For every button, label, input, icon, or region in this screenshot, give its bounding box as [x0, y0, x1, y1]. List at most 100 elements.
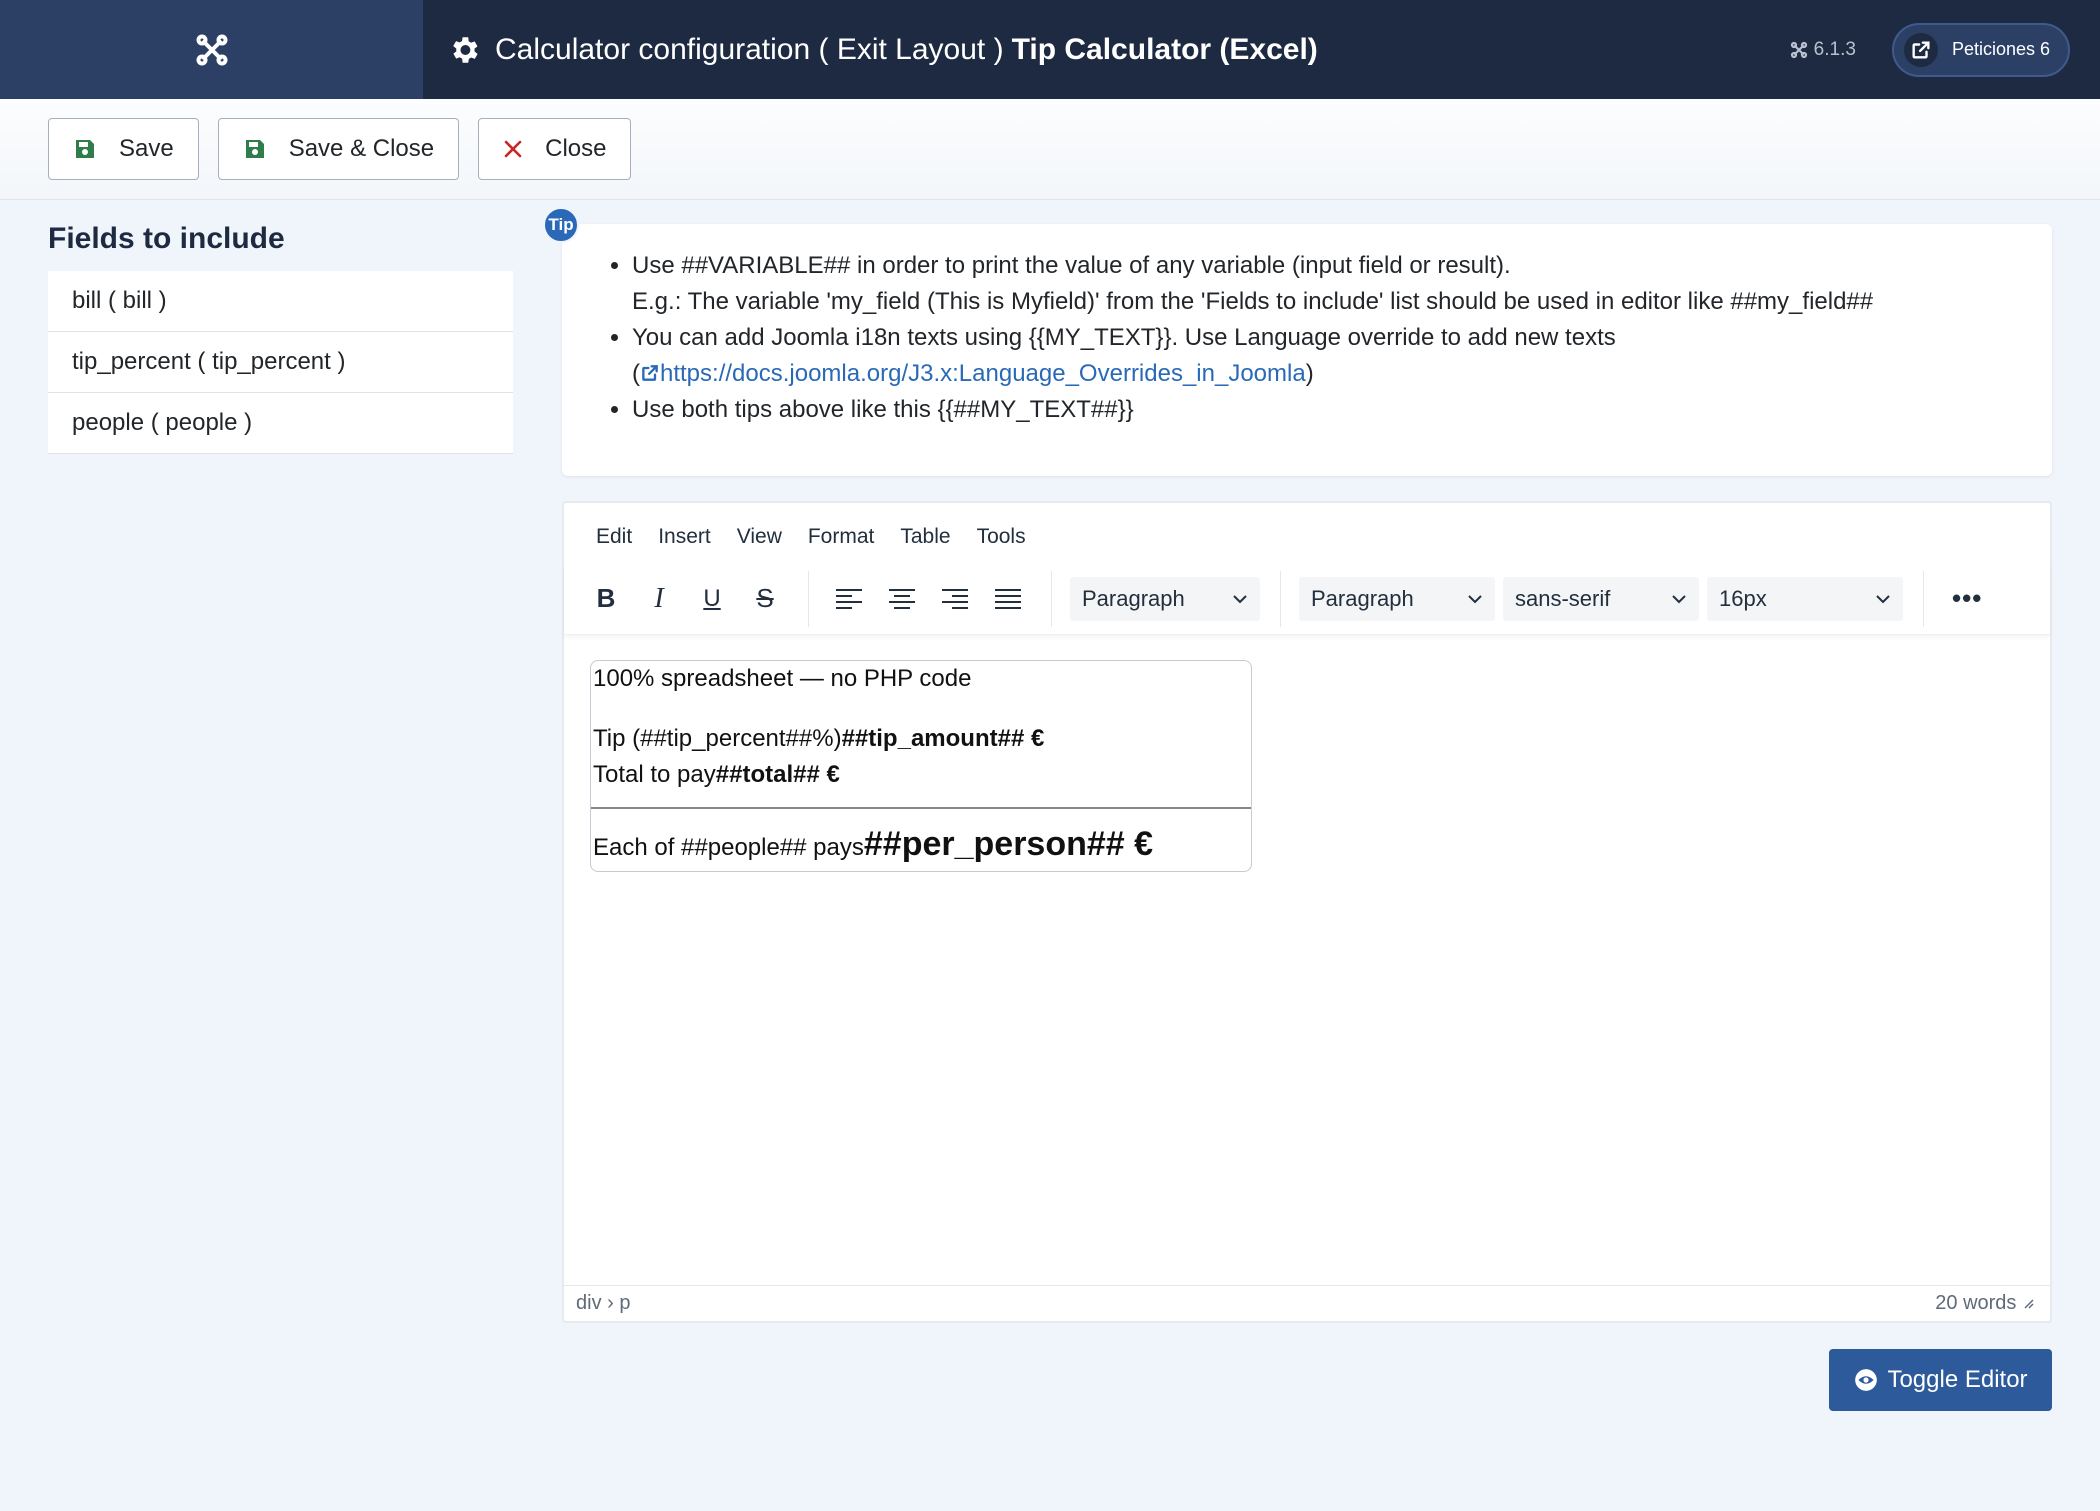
- rich-text-editor: Edit Insert View Format Table Tools B I …: [562, 501, 2052, 1323]
- close-button[interactable]: Close: [478, 118, 632, 180]
- close-label: Close: [545, 135, 607, 162]
- bold-icon: B: [596, 583, 616, 613]
- menu-tools[interactable]: Tools: [977, 525, 1026, 549]
- joomla-logo[interactable]: [0, 0, 423, 99]
- menu-format[interactable]: Format: [808, 525, 875, 549]
- save-label: Save: [119, 135, 174, 162]
- align-center-button[interactable]: [880, 577, 924, 621]
- justify-button[interactable]: [986, 577, 1030, 621]
- toolbar-divider: [1051, 570, 1052, 627]
- content-line-1: 100% spreadsheet — no PHP code: [593, 665, 972, 692]
- joomla-icon: [196, 34, 227, 65]
- block-format-select[interactable]: Paragraph: [1070, 576, 1260, 621]
- word-count-label: 20 words: [1935, 1292, 2017, 1314]
- block-format-value: Paragraph: [1082, 585, 1185, 611]
- strikethrough-button[interactable]: S: [743, 577, 787, 621]
- italic-icon: I: [654, 582, 664, 614]
- external-link-icon: [1903, 32, 1938, 67]
- font-size-value: 16px: [1719, 585, 1767, 611]
- more-icon[interactable]: •••: [1952, 583, 1982, 614]
- save-button[interactable]: Save: [48, 118, 199, 180]
- underline-icon: U: [703, 584, 721, 612]
- menu-table[interactable]: Table: [900, 525, 950, 549]
- peticiones-label: Peticiones 6: [1951, 39, 2050, 59]
- chevron-down-icon: [1468, 594, 1482, 603]
- per-person-text: Each of ##people## pays: [593, 834, 864, 861]
- content-line-4: Each of ##people## pays##per_person## €: [593, 825, 1153, 864]
- page-title: Calculator configuration ( Exit Layout )…: [447, 33, 1318, 67]
- title-prefix: Calculator configuration ( Exit Layout ): [495, 32, 1004, 66]
- field-item-bill[interactable]: bill ( bill ): [48, 271, 513, 332]
- editor-statusbar: div › p 20 words: [564, 1285, 2050, 1321]
- tip-item-2: You can add Joomla i18n texts using {{MY…: [632, 320, 1873, 392]
- align-left-button[interactable]: [827, 577, 871, 621]
- tip-item-1: Use ##VARIABLE## in order to print the v…: [632, 248, 1873, 320]
- field-item-people[interactable]: people ( people ): [48, 393, 513, 454]
- total-amount: ##total## €: [715, 761, 840, 788]
- align-left-icon: [836, 588, 862, 609]
- tip-line-1b: E.g.: The variable 'my_field (This is My…: [632, 288, 1874, 315]
- font-size-select[interactable]: 16px: [1707, 576, 1903, 621]
- version-badge: 6.1.3: [1790, 39, 1856, 61]
- action-toolbar: Save Save & Close Close: [0, 99, 2100, 200]
- title-strong: Tip Calculator (Excel): [1011, 32, 1318, 66]
- tip-text: Tip (##tip_percent##%): [593, 725, 842, 752]
- save-close-button[interactable]: Save & Close: [217, 118, 460, 180]
- font-family-select[interactable]: sans-serif: [1503, 576, 1699, 621]
- chevron-down-icon: [1876, 594, 1890, 603]
- top-header: Calculator configuration ( Exit Layout )…: [0, 0, 2100, 99]
- align-right-icon: [942, 588, 968, 609]
- toggle-editor-button[interactable]: Toggle Editor: [1829, 1349, 2052, 1411]
- paragraph-select[interactable]: Paragraph: [1299, 576, 1495, 621]
- toolbar-divider: [1280, 570, 1281, 627]
- tip-line-2: You can add Joomla i18n texts using {{MY…: [632, 324, 1616, 351]
- underline-button[interactable]: U: [690, 577, 734, 621]
- format-toolbar: B I U S Paragraph Paragraph sans-serif 1…: [564, 563, 2050, 635]
- total-text: Total to pay: [593, 761, 716, 788]
- tip-paren-open: (: [632, 360, 640, 387]
- save-close-label: Save & Close: [288, 135, 435, 162]
- strikethrough-icon: S: [756, 583, 774, 613]
- resize-handle-icon[interactable]: [2022, 1297, 2034, 1309]
- eye-icon: [1855, 1369, 1878, 1391]
- content-line-2: Tip (##tip_percent##%)##tip_amount## €: [593, 725, 1044, 753]
- bold-button[interactable]: B: [584, 577, 628, 621]
- save-icon: [245, 140, 264, 158]
- align-center-icon: [889, 588, 915, 609]
- italic-button[interactable]: I: [637, 577, 681, 621]
- tip-line-3: Use both tips above like this {{##MY_TEX…: [632, 396, 1134, 423]
- align-right-button[interactable]: [933, 577, 977, 621]
- tip-badge: Tip: [543, 207, 579, 243]
- justify-icon: [995, 588, 1021, 609]
- editor-content[interactable]: 100% spreadsheet — no PHP code Tip (##ti…: [590, 660, 1252, 872]
- fields-title: Fields to include: [48, 222, 285, 255]
- element-path[interactable]: div › p: [576, 1292, 630, 1315]
- docs-link[interactable]: https://docs.joomla.org/J3.x:Language_Ov…: [640, 360, 1306, 387]
- editor-menubar: Edit Insert View Format Table Tools: [596, 525, 1052, 549]
- toolbar-divider: [808, 570, 809, 627]
- per-person-amount: ##per_person## €: [863, 825, 1154, 863]
- save-icon: [76, 140, 94, 158]
- font-family-value: sans-serif: [1515, 585, 1611, 611]
- docs-link-text: https://docs.joomla.org/J3.x:Language_Ov…: [660, 360, 1306, 387]
- gear-icon: [453, 36, 478, 63]
- tip-paren-close: ): [1305, 360, 1314, 387]
- field-item-tip-percent[interactable]: tip_percent ( tip_percent ): [48, 332, 513, 393]
- fields-list: bill ( bill ) tip_percent ( tip_percent …: [48, 271, 513, 454]
- menu-edit[interactable]: Edit: [596, 525, 632, 549]
- version-label: 6.1.3: [1813, 38, 1856, 60]
- external-link-icon: [642, 365, 658, 381]
- chevron-down-icon: [1672, 594, 1686, 603]
- tip-amount: ##tip_amount## €: [841, 725, 1045, 752]
- tip-box: Use ##VARIABLE## in order to print the v…: [562, 224, 2052, 476]
- toolbar-divider: [1923, 570, 1924, 627]
- peticiones-button[interactable]: Peticiones 6: [1891, 22, 2070, 77]
- paragraph-select-value: Paragraph: [1311, 585, 1414, 611]
- toggle-editor-label: Toggle Editor: [1887, 1366, 2028, 1393]
- content-divider: [591, 807, 1251, 809]
- tip-line-1: Use ##VARIABLE## in order to print the v…: [632, 252, 1511, 279]
- menu-insert[interactable]: Insert: [658, 525, 711, 549]
- close-icon: [504, 140, 522, 158]
- chevron-down-icon: [1233, 594, 1247, 603]
- menu-view[interactable]: View: [737, 525, 782, 549]
